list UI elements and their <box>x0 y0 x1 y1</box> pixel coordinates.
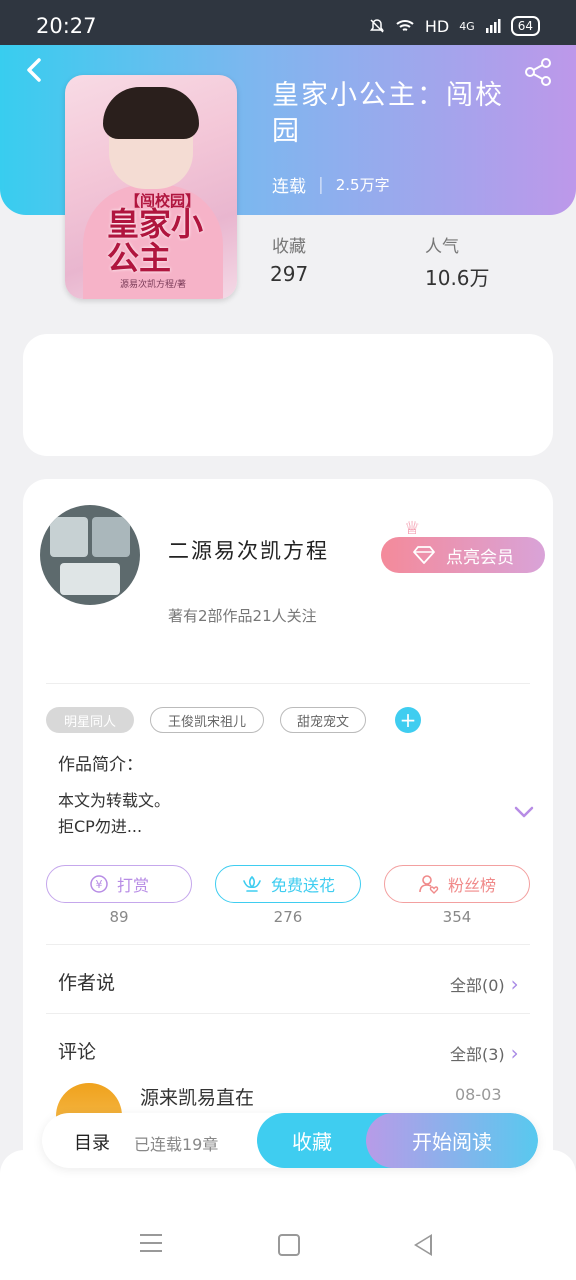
tag-item[interactable]: 王俊凯宋祖儿 <box>150 707 264 733</box>
comments-more[interactable]: 全部(3) › <box>450 1041 519 1065</box>
tag-item[interactable]: 明星同人 <box>46 707 134 733</box>
author-says-title: 作者说 <box>58 972 116 994</box>
signal-label: 4G <box>459 19 475 33</box>
intro-line: 本文为转载文。 <box>58 791 171 810</box>
stat-favorites-value: 297 <box>270 262 309 286</box>
diamond-icon <box>413 546 435 564</box>
back-button[interactable] <box>20 55 50 85</box>
cover-author: 源易次凯方程/著 <box>120 280 187 290</box>
author-subtitle: 著有2部作品21人关注 <box>168 607 317 625</box>
comments-title: 评论 <box>58 1041 97 1063</box>
chevron-right-icon: › <box>510 972 519 996</box>
add-tag-button[interactable]: + <box>395 707 421 733</box>
mute-icon <box>369 19 384 33</box>
vip-button-label: 点亮会员 <box>446 547 514 568</box>
book-meta: 连载 | 2.5万字 <box>272 172 390 198</box>
stat-popularity-value: 10.6万 <box>425 266 490 290</box>
intro-text: 本文为转载文。 拒CP勿进... <box>58 788 170 840</box>
avatar-photo-2 <box>92 517 130 557</box>
vip-button[interactable]: 点亮会员 <box>381 537 545 573</box>
fan-count: 354 <box>442 908 472 926</box>
start-reading-label: 开始阅读 <box>412 1130 492 1154</box>
stat-popularity-label: 人气 <box>425 237 459 257</box>
wifi-icon <box>396 20 414 31</box>
intro-label: 作品简介： <box>58 755 143 775</box>
network-label: HD <box>424 16 450 36</box>
chevron-right-icon: › <box>510 1041 519 1065</box>
toc-status: 已连载19章 <box>134 1135 219 1154</box>
status-time: 20:27 <box>36 14 97 38</box>
book-cover[interactable]: 【闯校园】 皇家小公主 源易次凯方程/著 <box>65 75 237 299</box>
author-says-more-label: 全部(0) <box>450 976 505 995</box>
divider <box>46 944 530 945</box>
status-icons: HD 4G 64 <box>369 16 540 36</box>
toc-button[interactable]: 目录 <box>74 1129 110 1155</box>
comments-more-label: 全部(3) <box>450 1045 505 1064</box>
book-status: 连载 <box>272 177 306 197</box>
battery-indicator: 64 <box>510 16 540 36</box>
bottom-action-bar: 目录 已连载19章 收藏 开始阅读 <box>42 1113 538 1168</box>
status-bar: 20:27 HD 4G 64 <box>0 0 576 45</box>
reward-button[interactable]: ¥ 打赏 <box>46 865 192 903</box>
flower-icon <box>243 875 261 892</box>
banner-card <box>23 334 553 456</box>
home-icon[interactable] <box>278 1234 300 1256</box>
book-word-count: 2.5万字 <box>335 176 390 194</box>
cover-big-title: 皇家小公主 <box>107 205 204 277</box>
svg-text:¥: ¥ <box>95 878 102 891</box>
divider <box>46 683 530 684</box>
recent-apps-icon[interactable] <box>140 1234 162 1252</box>
yen-icon: ¥ <box>90 875 108 893</box>
comment-date: 08-03 <box>455 1085 502 1104</box>
tag-item[interactable]: 甜宠宠文 <box>280 707 366 733</box>
meta-divider: | <box>318 174 324 195</box>
crown-icon: ♕ <box>404 518 421 539</box>
send-flower-button[interactable]: 免费送花 <box>215 865 361 903</box>
send-flower-label: 免费送花 <box>270 876 335 895</box>
system-nav-bar <box>0 1210 576 1280</box>
fan-icon <box>419 875 439 894</box>
fan-ranking-label: 粉丝榜 <box>447 876 496 895</box>
back-triangle-icon[interactable] <box>414 1234 432 1256</box>
divider <box>46 1013 530 1014</box>
book-title: 皇家小公主：闯校园 <box>272 80 504 147</box>
intro-line: 拒CP勿进... <box>58 817 143 836</box>
avatar-photo-3 <box>60 563 120 595</box>
chevron-down-icon <box>514 806 534 818</box>
favorite-label: 收藏 <box>292 1130 332 1154</box>
author-says-more[interactable]: 全部(0) › <box>450 972 519 996</box>
flower-count: 276 <box>273 908 303 926</box>
comment-user-name: 源来凯易直在 <box>140 1087 255 1109</box>
fan-ranking-button[interactable]: 粉丝榜 <box>384 865 530 903</box>
reward-count: 89 <box>109 908 129 926</box>
author-name[interactable]: 二源易次凯方程 <box>168 535 329 565</box>
chevron-left-icon <box>27 58 41 82</box>
author-avatar[interactable] <box>40 505 140 605</box>
start-reading-button[interactable]: 开始阅读 <box>366 1113 538 1168</box>
avatar-photo-1 <box>50 517 88 557</box>
stat-favorites-label: 收藏 <box>272 237 306 257</box>
expand-intro-button[interactable] <box>513 800 535 824</box>
cover-figure-hair <box>103 87 199 139</box>
signal-icon <box>485 19 501 33</box>
reward-label: 打赏 <box>116 876 149 895</box>
